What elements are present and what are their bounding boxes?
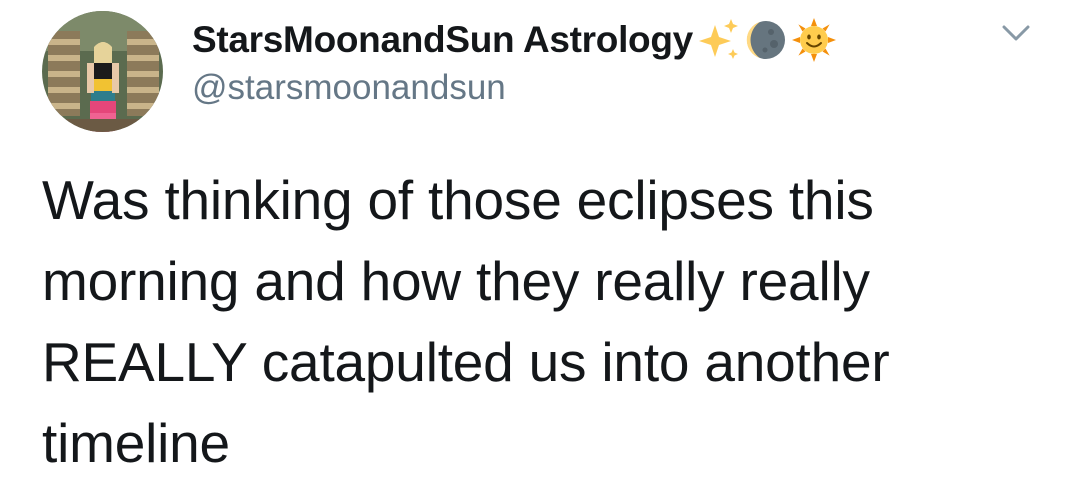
chevron-down-icon[interactable] bbox=[998, 18, 1034, 48]
tweet-text-line: timeline bbox=[42, 412, 230, 474]
waning-crescent-moon-icon bbox=[743, 17, 789, 63]
display-name[interactable]: StarsMoonandSun Astrology bbox=[192, 19, 693, 61]
user-handle[interactable]: @starsmoonandsun bbox=[192, 68, 506, 108]
tweet-text: Was thinking of those eclipses this morn… bbox=[42, 160, 1052, 483]
display-name-row[interactable]: StarsMoonandSun Astrology bbox=[192, 12, 837, 68]
sparkles-icon bbox=[695, 17, 741, 63]
sun-with-face-icon bbox=[791, 17, 837, 63]
tweet-text-line: Was thinking of those eclipses this bbox=[42, 169, 874, 231]
tweet-text-line: morning and how they really really bbox=[42, 250, 870, 312]
avatar[interactable] bbox=[42, 11, 163, 132]
tweet-text-line: REALLY catapulted us into another bbox=[42, 331, 890, 393]
tweet-card: StarsMoonandSun Astrology @starsmoonands… bbox=[0, 0, 1080, 483]
